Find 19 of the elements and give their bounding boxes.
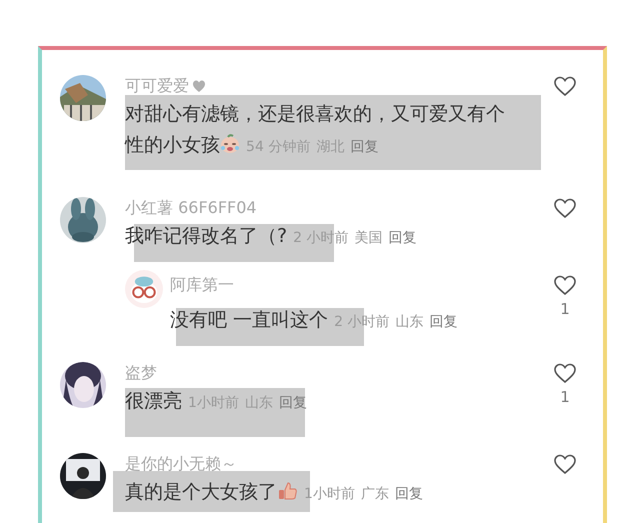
like-count: 1 <box>560 387 570 408</box>
thumbs-up-icon <box>277 481 298 501</box>
reply-link[interactable]: 回复 <box>430 314 458 330</box>
like-icon[interactable] <box>553 274 577 296</box>
like-icon[interactable] <box>553 197 577 219</box>
like-icon[interactable] <box>553 362 577 384</box>
reply-link[interactable]: 回复 <box>279 395 308 411</box>
reply-link[interactable]: 回复 <box>395 486 424 502</box>
like-icon[interactable] <box>553 453 577 475</box>
user-name[interactable]: 小红薯 66F6FF04 <box>125 198 257 218</box>
like-count: 1 <box>560 299 570 320</box>
comment-text: 真的是个大女孩了 1小时前 广东 回复 <box>125 480 424 505</box>
user-name[interactable]: 是你的小无赖～ <box>125 454 237 474</box>
like-icon[interactable] <box>553 75 577 97</box>
user-name[interactable]: 阿库第一 <box>170 275 234 295</box>
user-name[interactable]: 盗梦 <box>125 363 157 383</box>
reply-link[interactable]: 回复 <box>388 230 417 246</box>
user-name[interactable]: 可可爱爱 <box>125 76 189 96</box>
reply-link[interactable]: 回复 <box>350 139 378 155</box>
